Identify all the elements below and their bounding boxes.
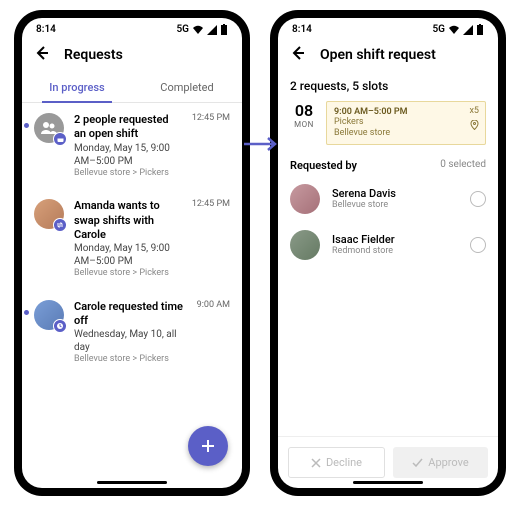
item-subtitle: Wednesday, May 10, all day (74, 328, 187, 354)
battery-icon (220, 24, 228, 35)
check-icon (412, 458, 423, 468)
status-time: 8:14 (36, 24, 56, 35)
back-icon[interactable] (290, 45, 306, 65)
approve-button[interactable]: Approve (393, 447, 488, 478)
shift-role: Pickers (334, 117, 478, 128)
avatar (290, 184, 320, 214)
item-meta: Bellevue store > Pickers (74, 354, 187, 366)
phone-frame-left: 8:14 5G Requests In progress Completed (14, 10, 250, 496)
requester-row[interactable]: Isaac Fielder Redmond store (278, 222, 498, 268)
status-icons: 5G (432, 24, 484, 35)
calendar-badge-icon (53, 132, 67, 146)
item-title: 2 people requested an open shift (74, 113, 182, 142)
avatar (34, 113, 64, 143)
unread-dot-icon (24, 310, 29, 315)
tab-in-progress[interactable]: In progress (22, 73, 132, 102)
avatar (290, 230, 320, 260)
signal-icon (463, 25, 473, 35)
page-title: Open shift request (320, 47, 436, 63)
item-subtitle: Monday, May 15, 9:00 AM–5:00 PM (74, 242, 182, 268)
tabs: In progress Completed (22, 73, 242, 103)
item-title: Amanda wants to swap shifts with Carole (74, 199, 182, 242)
select-radio[interactable] (470, 191, 486, 207)
section-header: Requested by 0 selected (278, 153, 498, 176)
item-meta: Bellevue store > Pickers (74, 268, 182, 280)
requester-row[interactable]: Serena Davis Bellevue store (278, 176, 498, 222)
summary-text: 2 requests, 5 slots (278, 73, 498, 97)
unread-dot-icon (24, 123, 29, 128)
shift-store: Bellevue store (334, 128, 478, 139)
shift-time: 9:00 AM–5:00 PM (334, 107, 478, 117)
requester-name: Isaac Fielder (332, 233, 458, 246)
selection-count: 0 selected (440, 159, 486, 172)
shift-card[interactable]: 9:00 AM–5:00 PM Pickers Bellevue store x… (326, 101, 486, 145)
list-item[interactable]: Amanda wants to swap shifts with Carole … (22, 189, 242, 290)
avatar (34, 199, 64, 229)
header: Open shift request (278, 37, 498, 73)
network-label: 5G (432, 24, 445, 35)
list-item[interactable]: Carole requested time off Wednesday, May… (22, 290, 242, 376)
wifi-icon (192, 25, 204, 35)
item-meta: Bellevue store > Pickers (74, 168, 182, 180)
requester-store: Bellevue store (332, 200, 458, 210)
home-indicator (97, 481, 167, 484)
swap-badge-icon (53, 218, 67, 232)
avatar (34, 300, 64, 330)
item-title: Carole requested time off (74, 300, 187, 329)
status-bar: 8:14 5G (278, 18, 498, 37)
add-button[interactable] (188, 426, 228, 466)
tab-completed[interactable]: Completed (132, 73, 242, 102)
item-time: 12:45 PM (192, 199, 230, 280)
date-day: MON (290, 120, 318, 129)
battery-icon (476, 24, 484, 35)
date-column: 08 MON (290, 101, 318, 145)
select-radio[interactable] (470, 237, 486, 253)
signal-icon (207, 25, 217, 35)
status-time: 8:14 (292, 24, 312, 35)
home-indicator (353, 481, 423, 484)
status-bar: 8:14 5G (22, 18, 242, 37)
time-off-badge-icon (53, 319, 67, 333)
shift-count: x5 (469, 106, 479, 116)
requester-store: Redmond store (332, 246, 458, 256)
section-label: Requested by (290, 159, 357, 172)
back-icon[interactable] (34, 45, 50, 65)
item-time: 9:00 AM (197, 300, 230, 366)
header: Requests (22, 37, 242, 73)
pin-icon (470, 120, 479, 133)
wifi-icon (448, 25, 460, 35)
decline-button[interactable]: Decline (288, 447, 385, 478)
item-time: 12:45 PM (192, 113, 230, 179)
close-icon (311, 458, 321, 468)
phone-frame-right: 8:14 5G Open shift request 2 requests, 5… (270, 10, 506, 496)
requester-name: Serena Davis (332, 187, 458, 200)
plus-icon (199, 437, 217, 455)
item-subtitle: Monday, May 15, 9:00 AM–5:00 PM (74, 142, 182, 168)
status-icons: 5G (176, 24, 228, 35)
network-label: 5G (176, 24, 189, 35)
list-item[interactable]: 2 people requested an open shift Monday,… (22, 103, 242, 189)
flow-arrow-icon (244, 136, 278, 156)
page-title: Requests (64, 47, 123, 63)
date-number: 08 (290, 101, 318, 120)
shift-row: 08 MON 9:00 AM–5:00 PM Pickers Bellevue … (278, 97, 498, 153)
